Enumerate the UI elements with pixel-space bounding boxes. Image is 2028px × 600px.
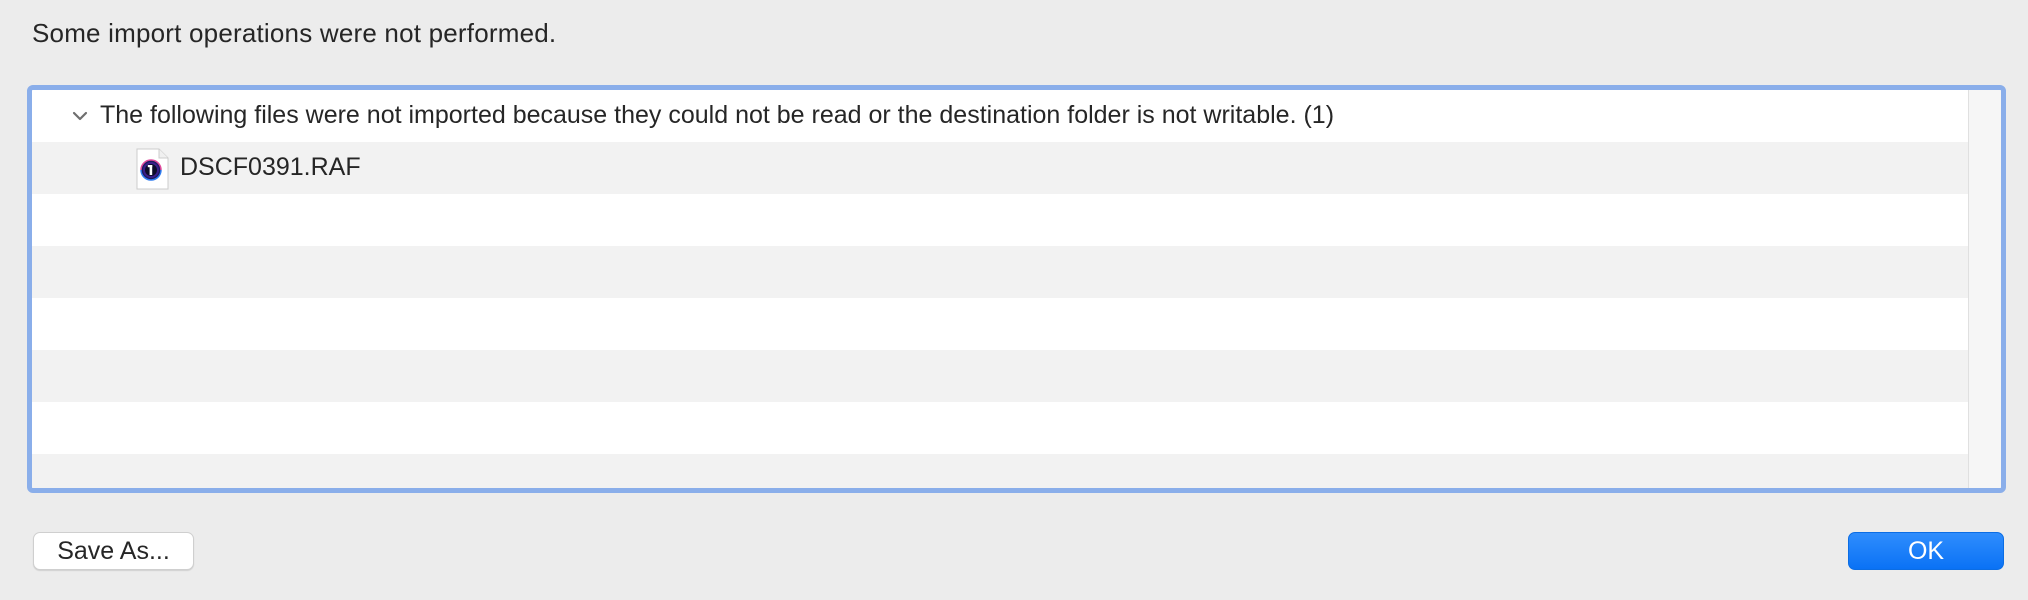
empty-row <box>32 298 1974 350</box>
vertical-scrollbar[interactable] <box>1968 90 2001 488</box>
group-row[interactable]: The following files were not imported be… <box>32 90 1974 142</box>
failed-imports-list[interactable]: The following files were not imported be… <box>27 85 2006 493</box>
save-as-button[interactable]: Save As... <box>33 532 194 570</box>
dialog-message: Some import operations were not performe… <box>32 18 557 48</box>
list-item[interactable]: DSCF0391.RAF <box>32 142 1974 194</box>
chevron-down-icon[interactable] <box>69 105 91 127</box>
group-label: The following files were not imported be… <box>100 101 1335 129</box>
empty-row <box>32 454 1974 488</box>
empty-row <box>32 350 1974 402</box>
empty-row <box>32 246 1974 298</box>
list-rows: The following files were not imported be… <box>32 90 1974 488</box>
raw-file-icon <box>136 148 169 190</box>
ok-button[interactable]: OK <box>1848 532 2004 570</box>
empty-row <box>32 402 1974 454</box>
empty-row <box>32 194 1974 246</box>
import-report-dialog: Some import operations were not performe… <box>0 0 2028 600</box>
file-name: DSCF0391.RAF <box>180 153 361 181</box>
